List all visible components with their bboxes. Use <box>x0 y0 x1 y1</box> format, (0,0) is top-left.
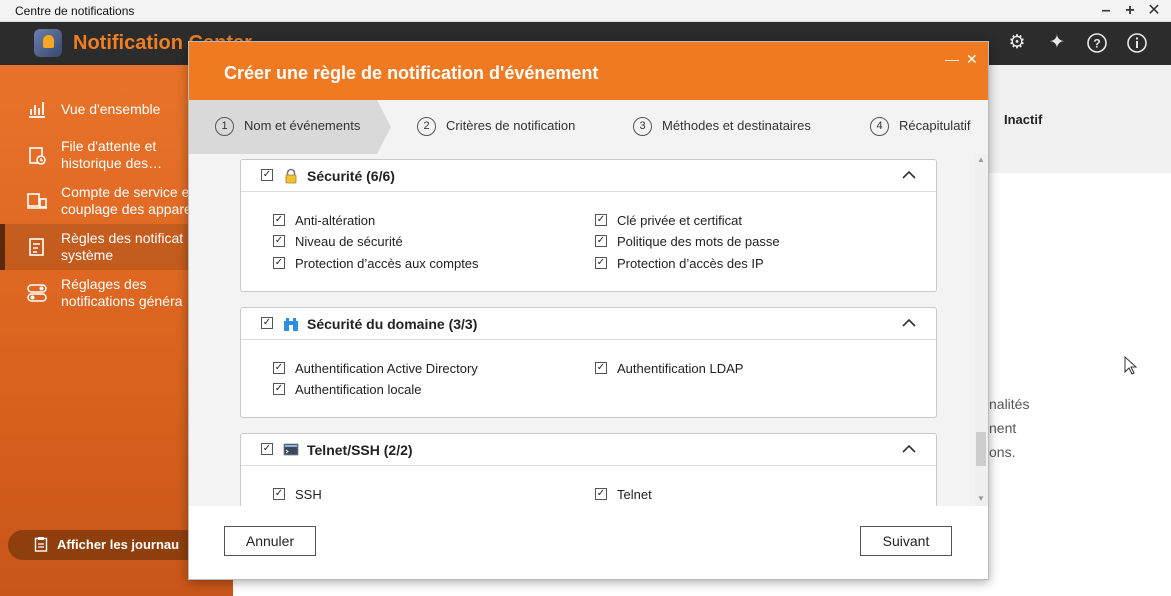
group-title: Telnet/SSH (2/2) <box>307 442 413 458</box>
group-header[interactable]: ✓ Sécurité (6/6) <box>241 160 936 192</box>
show-logs-label: Afficher les journau <box>57 537 180 552</box>
step-label: Récapitulatif <box>899 117 971 133</box>
clipboard-icon <box>34 536 48 555</box>
scroll-up-icon[interactable]: ▲ <box>977 155 985 164</box>
next-button[interactable]: Suivant <box>860 526 952 556</box>
checkbox[interactable]: ✓ <box>273 235 285 247</box>
step-number: 4 <box>870 117 889 136</box>
dialog-header: Créer une règle de notification d'événem… <box>189 42 988 100</box>
group-checkbox[interactable]: ✓ <box>261 317 273 329</box>
group-title: Sécurité du domaine (3/3) <box>307 316 478 332</box>
checkbox[interactable]: ✓ <box>595 257 607 269</box>
event-group-security: ✓ Sécurité (6/6) ✓ Anti-altération ✓ Clé p… <box>240 159 937 292</box>
checkbox[interactable]: ✓ <box>273 488 285 500</box>
step-label: Critères de notification <box>446 117 576 133</box>
event-group-telnet-ssh: ✓ Telnet/SSH (2/2) ✓ SSH ✓ Telnet <box>240 433 937 506</box>
event-group-domain-security: ✓ Sécurité du domaine (3/3) ✓ Authentific… <box>240 307 937 418</box>
info-icon[interactable] <box>1126 32 1148 54</box>
dialog-minimize-icon[interactable]: — <box>945 51 959 67</box>
checkbox[interactable]: ✓ <box>595 235 607 247</box>
close-icon[interactable]: ✕ <box>1144 1 1164 21</box>
group-checkbox[interactable]: ✓ <box>261 169 273 181</box>
cursor-icon <box>1124 355 1138 382</box>
create-rule-dialog: Créer une règle de notification d'événem… <box>188 41 989 580</box>
event-label: SSH <box>295 487 322 502</box>
status-label: Inactif <box>1004 112 1043 127</box>
wizard-steps: 1 Nom et événements 2 Critères de notifica… <box>189 100 988 154</box>
checkbox[interactable]: ✓ <box>595 488 607 500</box>
event-label: Protection d’accès des IP <box>617 256 764 271</box>
step-number: 2 <box>417 117 436 136</box>
step-label: Nom et événements <box>244 117 361 133</box>
checkbox[interactable]: ✓ <box>273 383 285 395</box>
domain-icon <box>283 316 299 332</box>
checkbox[interactable]: ✓ <box>273 362 285 374</box>
sidebar-item-label: Compte de service e couplage des appare <box>61 184 192 217</box>
event-label: Protection d’accès aux comptes <box>295 256 479 271</box>
chevron-up-icon[interactable] <box>901 442 917 456</box>
event-list: ✓ Sécurité (6/6) ✓ Anti-altération ✓ Clé p… <box>189 154 988 506</box>
event-label: Telnet <box>617 487 652 502</box>
event-label: Authentification locale <box>295 382 422 397</box>
step-methods: 3 Méthodes et destinataires <box>633 117 811 137</box>
checkbox[interactable]: ✓ <box>595 362 607 374</box>
event-label: Authentification Active Directory <box>295 361 478 376</box>
scroll-down-icon[interactable]: ▼ <box>977 494 985 503</box>
terminal-icon <box>283 442 299 458</box>
chevron-up-icon[interactable] <box>901 316 917 330</box>
checkbox[interactable]: ✓ <box>595 214 607 226</box>
step-number: 1 <box>215 117 234 136</box>
scroll-thumb[interactable] <box>976 432 986 466</box>
sidebar-item-label: File d'attente et historique des… <box>61 138 163 171</box>
event-label: Authentification LDAP <box>617 361 744 376</box>
dialog-close-icon[interactable]: ✕ <box>966 51 978 68</box>
step-label: Méthodes et destinataires <box>662 117 811 133</box>
app-logo <box>34 29 62 57</box>
partial-text: nalités <box>989 396 1030 412</box>
step-number: 3 <box>633 117 652 136</box>
minimize-icon[interactable]: – <box>1096 1 1116 21</box>
event-label: Clé privée et certificat <box>617 213 742 228</box>
history-icon <box>26 146 48 168</box>
chart-icon <box>26 99 48 121</box>
window-titlebar: Centre de notifications – + ✕ <box>0 0 1171 22</box>
chevron-up-icon[interactable] <box>901 168 917 182</box>
event-label: Politique des mots de passe <box>617 234 780 249</box>
group-checkbox[interactable]: ✓ <box>261 443 273 455</box>
scrollbar[interactable]: ▲ ▼ <box>975 154 988 506</box>
svg-text:?: ? <box>1093 37 1100 51</box>
help-icon[interactable]: ? <box>1086 32 1108 54</box>
step-summary: 4 Récapitulatif <box>870 117 971 137</box>
group-title: Sécurité (6/6) <box>307 168 395 184</box>
toggle-icon <box>26 283 48 305</box>
maximize-icon[interactable]: + <box>1120 1 1140 21</box>
rules-icon <box>26 237 48 259</box>
step-names-events: 1 Nom et événements <box>215 117 360 137</box>
group-header[interactable]: ✓ Sécurité du domaine (3/3) <box>241 308 936 340</box>
checkbox[interactable]: ✓ <box>273 214 285 226</box>
device-icon <box>26 191 48 213</box>
gear-icon[interactable]: ⚙ <box>1006 32 1028 54</box>
show-logs-button[interactable]: Afficher les journau <box>8 530 208 560</box>
sidebar-item-label: Réglages des notifications généra <box>61 276 183 309</box>
checkbox[interactable]: ✓ <box>273 257 285 269</box>
magic-wand-icon[interactable]: ✦ <box>1046 32 1068 54</box>
sidebar-item-label: Vue d'ensemble <box>61 101 161 117</box>
partial-text: nent <box>989 420 1017 436</box>
group-header[interactable]: ✓ Telnet/SSH (2/2) <box>241 434 936 466</box>
cancel-button[interactable]: Annuler <box>224 526 316 556</box>
event-label: Anti-altération <box>295 213 376 228</box>
lock-icon <box>283 168 299 184</box>
dialog-footer: Annuler Suivant <box>189 506 988 579</box>
event-label: Niveau de sécurité <box>295 234 403 249</box>
sidebar-item-label: Règles des notificat système <box>61 230 184 263</box>
step-criteria: 2 Critères de notification <box>417 117 575 137</box>
partial-text: ons. <box>989 444 1016 460</box>
dialog-title: Créer une règle de notification d'événem… <box>224 63 599 83</box>
window-title: Centre de notifications <box>15 4 135 18</box>
